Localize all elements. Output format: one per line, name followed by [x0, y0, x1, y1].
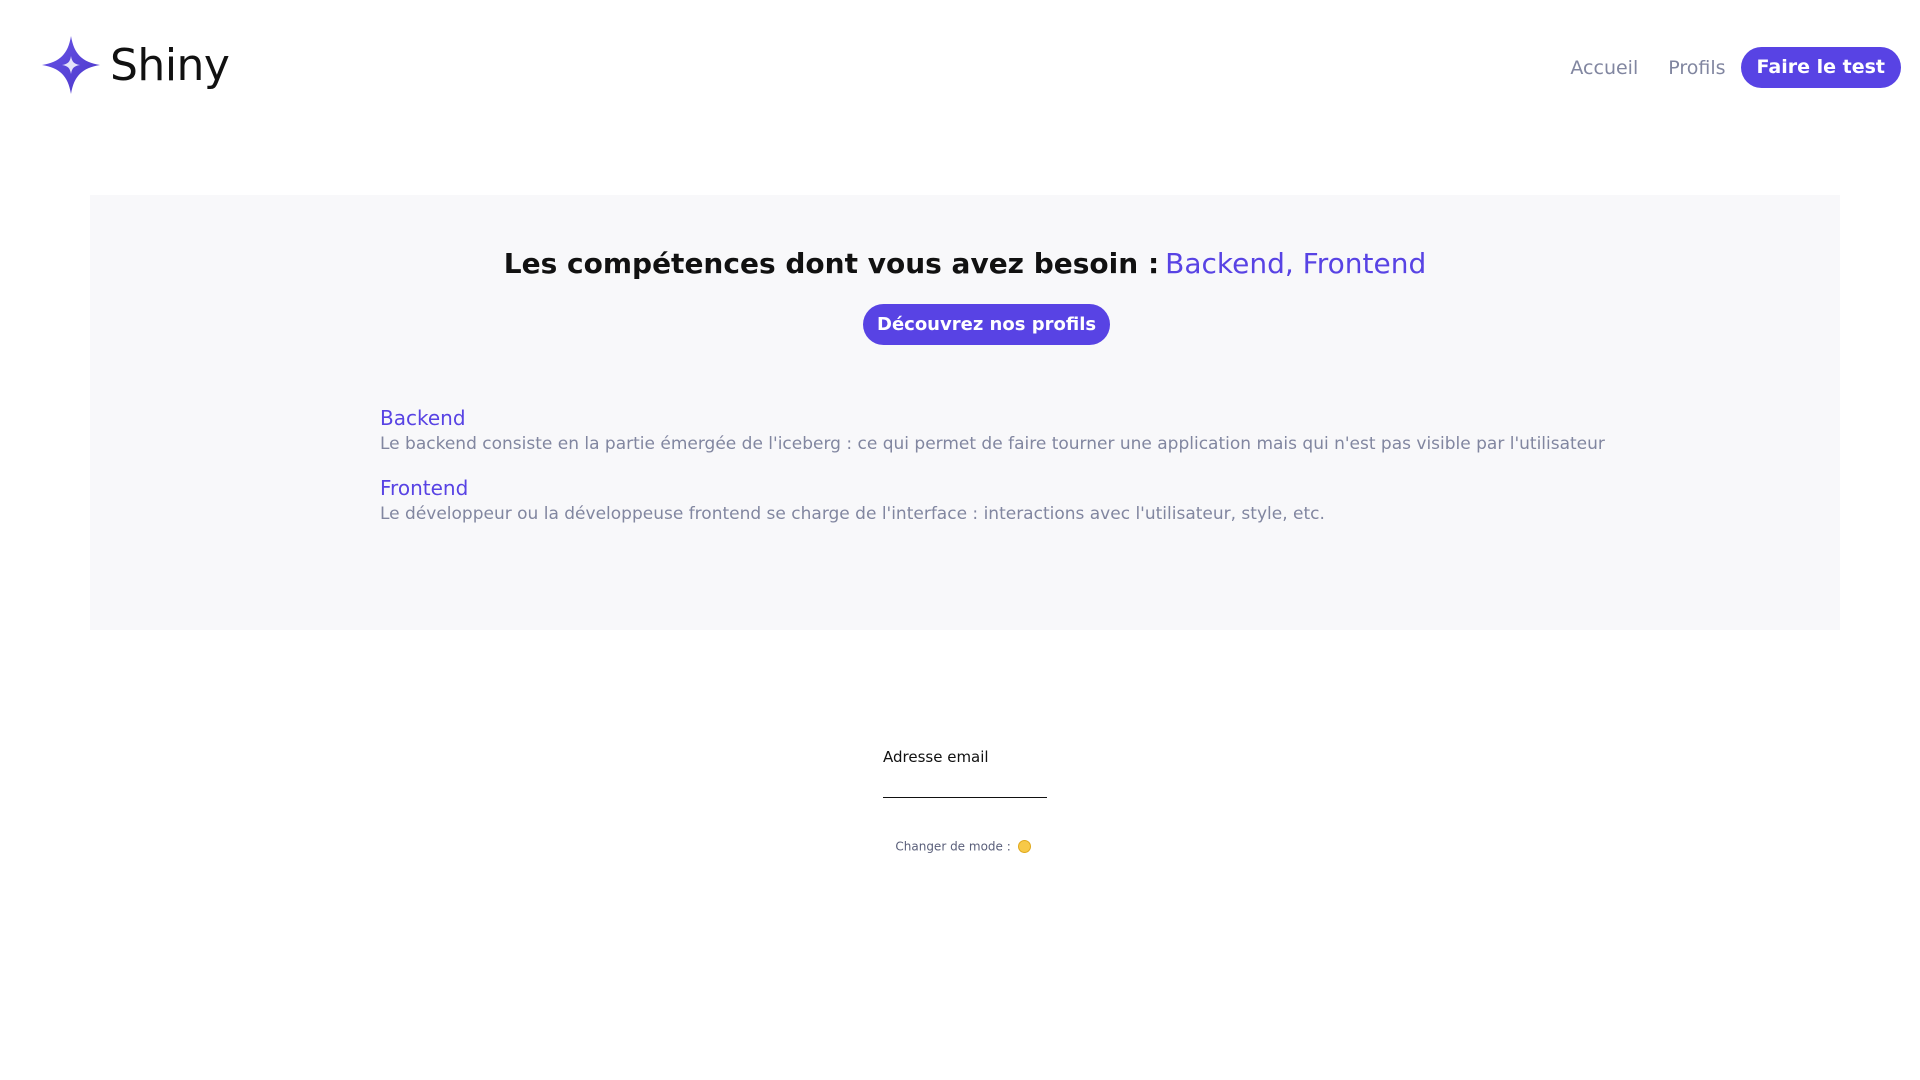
- sparkle-star-icon: [42, 36, 100, 94]
- skill-item: Backend Le backend consiste en la partie…: [380, 405, 1680, 456]
- results-panel: Les compétences dont vous avez besoin :B…: [90, 195, 1840, 630]
- take-test-button[interactable]: Faire le test: [1740, 47, 1901, 88]
- main-nav: Accueil Profils Faire le test: [1570, 47, 1901, 88]
- skill-name: Frontend: [380, 476, 469, 500]
- theme-toggle: Changer de mode :: [0, 839, 1920, 854]
- nav-link-home[interactable]: Accueil: [1570, 57, 1638, 79]
- email-form: Adresse email: [883, 748, 1047, 798]
- discover-profiles-button[interactable]: Découvrez nos profils: [863, 304, 1111, 345]
- results-title: Les compétences dont vous avez besoin :B…: [90, 247, 1840, 280]
- logo-text: Shiny: [110, 39, 230, 91]
- skill-list: Backend Le backend consiste en la partie…: [380, 405, 1680, 545]
- skill-description: Le développeur ou la développeuse fronte…: [380, 504, 1325, 524]
- logo-link[interactable]: Shiny: [40, 34, 230, 96]
- sun-icon[interactable]: [1017, 840, 1031, 853]
- results-title-skills: Backend, Frontend: [1165, 247, 1427, 280]
- header: Shiny Accueil Profils Faire le test: [0, 0, 1920, 140]
- skill-item: Frontend Le développeur ou la développeu…: [380, 475, 1680, 526]
- theme-toggle-label: Changer de mode :: [895, 839, 1011, 854]
- results-title-prefix: Les compétences dont vous avez besoin :: [503, 247, 1160, 280]
- email-label: Adresse email: [883, 748, 989, 766]
- email-field[interactable]: [883, 776, 1047, 798]
- nav-link-profiles[interactable]: Profils: [1668, 57, 1725, 79]
- skill-description: Le backend consiste en la partie émergée…: [380, 434, 1605, 454]
- skill-name: Backend: [380, 406, 466, 430]
